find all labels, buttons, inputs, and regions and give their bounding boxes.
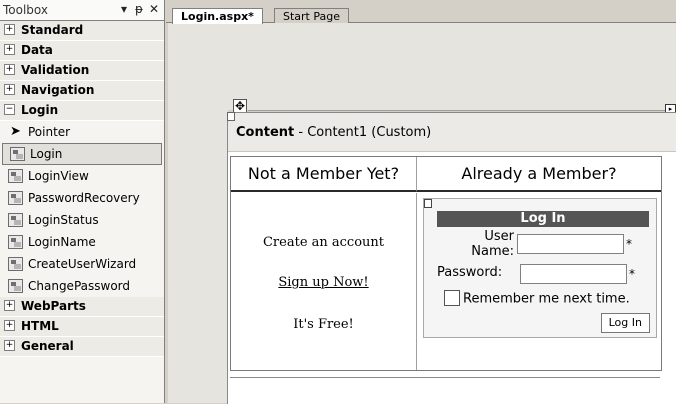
remember-me-label: Remember me next time. [463, 291, 630, 307]
tool-label: LoginName [28, 235, 96, 249]
toolbox-list: + Standard + Data + Validation + Navigation … [0, 21, 164, 357]
loginname-icon [8, 234, 23, 249]
category-html[interactable]: + HTML [0, 317, 164, 337]
toolbox-title: Toolbox [3, 3, 48, 17]
category-label: Validation [21, 63, 90, 77]
login-smart-tag-icon[interactable] [424, 199, 432, 208]
pin-icon[interactable]: ᵽ [133, 2, 145, 16]
category-label: Standard [21, 23, 84, 37]
tool-pointer[interactable]: ➤ Pointer [0, 121, 164, 143]
remember-me-checkbox[interactable] [444, 290, 460, 306]
category-validation[interactable]: + Validation [0, 61, 164, 81]
category-login[interactable]: − Login [0, 101, 164, 121]
toolbox-header: Toolbox ▾ ᵽ ✕ [0, 0, 164, 21]
createuserwizard-icon [8, 256, 23, 271]
sign-up-link[interactable]: Sign up Now! [231, 275, 416, 290]
dropdown-icon[interactable]: ▾ [118, 2, 130, 16]
password-label: Password: [437, 265, 503, 280]
tool-createuserwizard[interactable]: CreateUserWizard [0, 253, 164, 275]
password-required-marker: * [629, 267, 635, 281]
content-header: Content - Content1 (Custom) [228, 113, 676, 152]
expand-icon[interactable]: + [4, 24, 15, 35]
login-control[interactable]: Log In User Name: * Password: * Remember … [423, 198, 657, 338]
changepassword-icon [8, 278, 23, 293]
category-standard[interactable]: + Standard [0, 21, 164, 41]
loginview-icon [8, 168, 23, 183]
tool-passwordrecovery[interactable]: PasswordRecovery [0, 187, 164, 209]
tool-loginstatus[interactable]: LoginStatus [0, 209, 164, 231]
content-subtitle: - Content1 (Custom) [294, 125, 432, 140]
tool-changepassword[interactable]: ChangePassword [0, 275, 164, 297]
close-icon[interactable]: ✕ [148, 2, 160, 16]
category-label: General [21, 339, 74, 353]
content-bottom-row [230, 377, 660, 400]
tool-label: Pointer [28, 125, 71, 139]
pointer-icon: ➤ [10, 123, 21, 139]
content-placeholder[interactable]: Content - Content1 (Custom) Not a Member… [227, 112, 676, 404]
tool-label: Login [30, 147, 63, 161]
username-label: User Name: [434, 229, 514, 259]
tool-loginview[interactable]: LoginView [0, 165, 164, 187]
tool-loginname[interactable]: LoginName [0, 231, 164, 253]
category-label: Navigation [21, 83, 95, 97]
login-icon [10, 146, 25, 161]
category-label: HTML [21, 319, 59, 333]
expand-icon[interactable]: + [4, 300, 15, 311]
tab-start-page[interactable]: Start Page [274, 8, 349, 24]
signup-cell: Create an account Sign up Now! It's Free… [231, 193, 417, 370]
tool-label: LoginView [28, 169, 89, 183]
create-account-text: Create an account [262, 235, 385, 250]
expand-icon[interactable]: + [4, 84, 15, 95]
username-required-marker: * [626, 237, 632, 251]
collapse-icon[interactable]: − [4, 104, 15, 115]
designer-surface: Login.aspx* Start Page ✥ ▸ Content - Con… [166, 0, 676, 404]
tool-label: PasswordRecovery [28, 191, 140, 205]
its-free-text: It's Free! [293, 317, 354, 332]
already-member-heading: Already a Member? [417, 157, 661, 192]
expand-icon[interactable]: + [4, 64, 15, 75]
category-label: Login [21, 103, 59, 117]
tool-label: CreateUserWizard [28, 257, 137, 271]
category-data[interactable]: + Data [0, 41, 164, 61]
password-input[interactable] [520, 264, 627, 284]
move-handle-icon[interactable]: ✥ [233, 99, 247, 113]
login-title: Log In [437, 211, 649, 227]
tool-label: ChangePassword [28, 279, 130, 293]
category-general[interactable]: + General [0, 337, 164, 357]
master-page-area [168, 23, 676, 110]
tool-login[interactable]: Login [2, 143, 162, 165]
toolbox-panel: Toolbox ▾ ᵽ ✕ + Standard + Data + Validatio… [0, 0, 165, 403]
remember-me-row[interactable]: Remember me next time. [444, 290, 630, 307]
category-navigation[interactable]: + Navigation [0, 81, 164, 101]
username-input[interactable] [517, 234, 624, 254]
document-tabs: Login.aspx* Start Page [166, 0, 676, 24]
master-page-left-area [168, 110, 228, 403]
expand-icon[interactable]: + [4, 340, 15, 351]
content-smart-tag-icon[interactable] [227, 112, 235, 121]
expand-icon[interactable]: + [4, 44, 15, 55]
category-label: Data [21, 43, 53, 57]
not-member-heading: Not a Member Yet? [231, 157, 417, 192]
layout-table[interactable]: Not a Member Yet? Already a Member? Crea… [230, 156, 662, 371]
login-button[interactable]: Log In [600, 313, 650, 333]
tab-login-aspx[interactable]: Login.aspx* [172, 8, 263, 24]
username-label-line2: Name: [471, 244, 514, 259]
username-label-line1: User [484, 229, 514, 244]
category-webparts[interactable]: + WebParts [0, 297, 164, 317]
content-title: Content [236, 125, 295, 140]
tool-label: LoginStatus [28, 213, 99, 227]
expand-icon[interactable]: + [4, 320, 15, 331]
layout-guide [248, 110, 666, 111]
category-label: WebParts [21, 299, 86, 313]
loginstatus-icon [8, 212, 23, 227]
passwordrecovery-icon [8, 190, 23, 205]
